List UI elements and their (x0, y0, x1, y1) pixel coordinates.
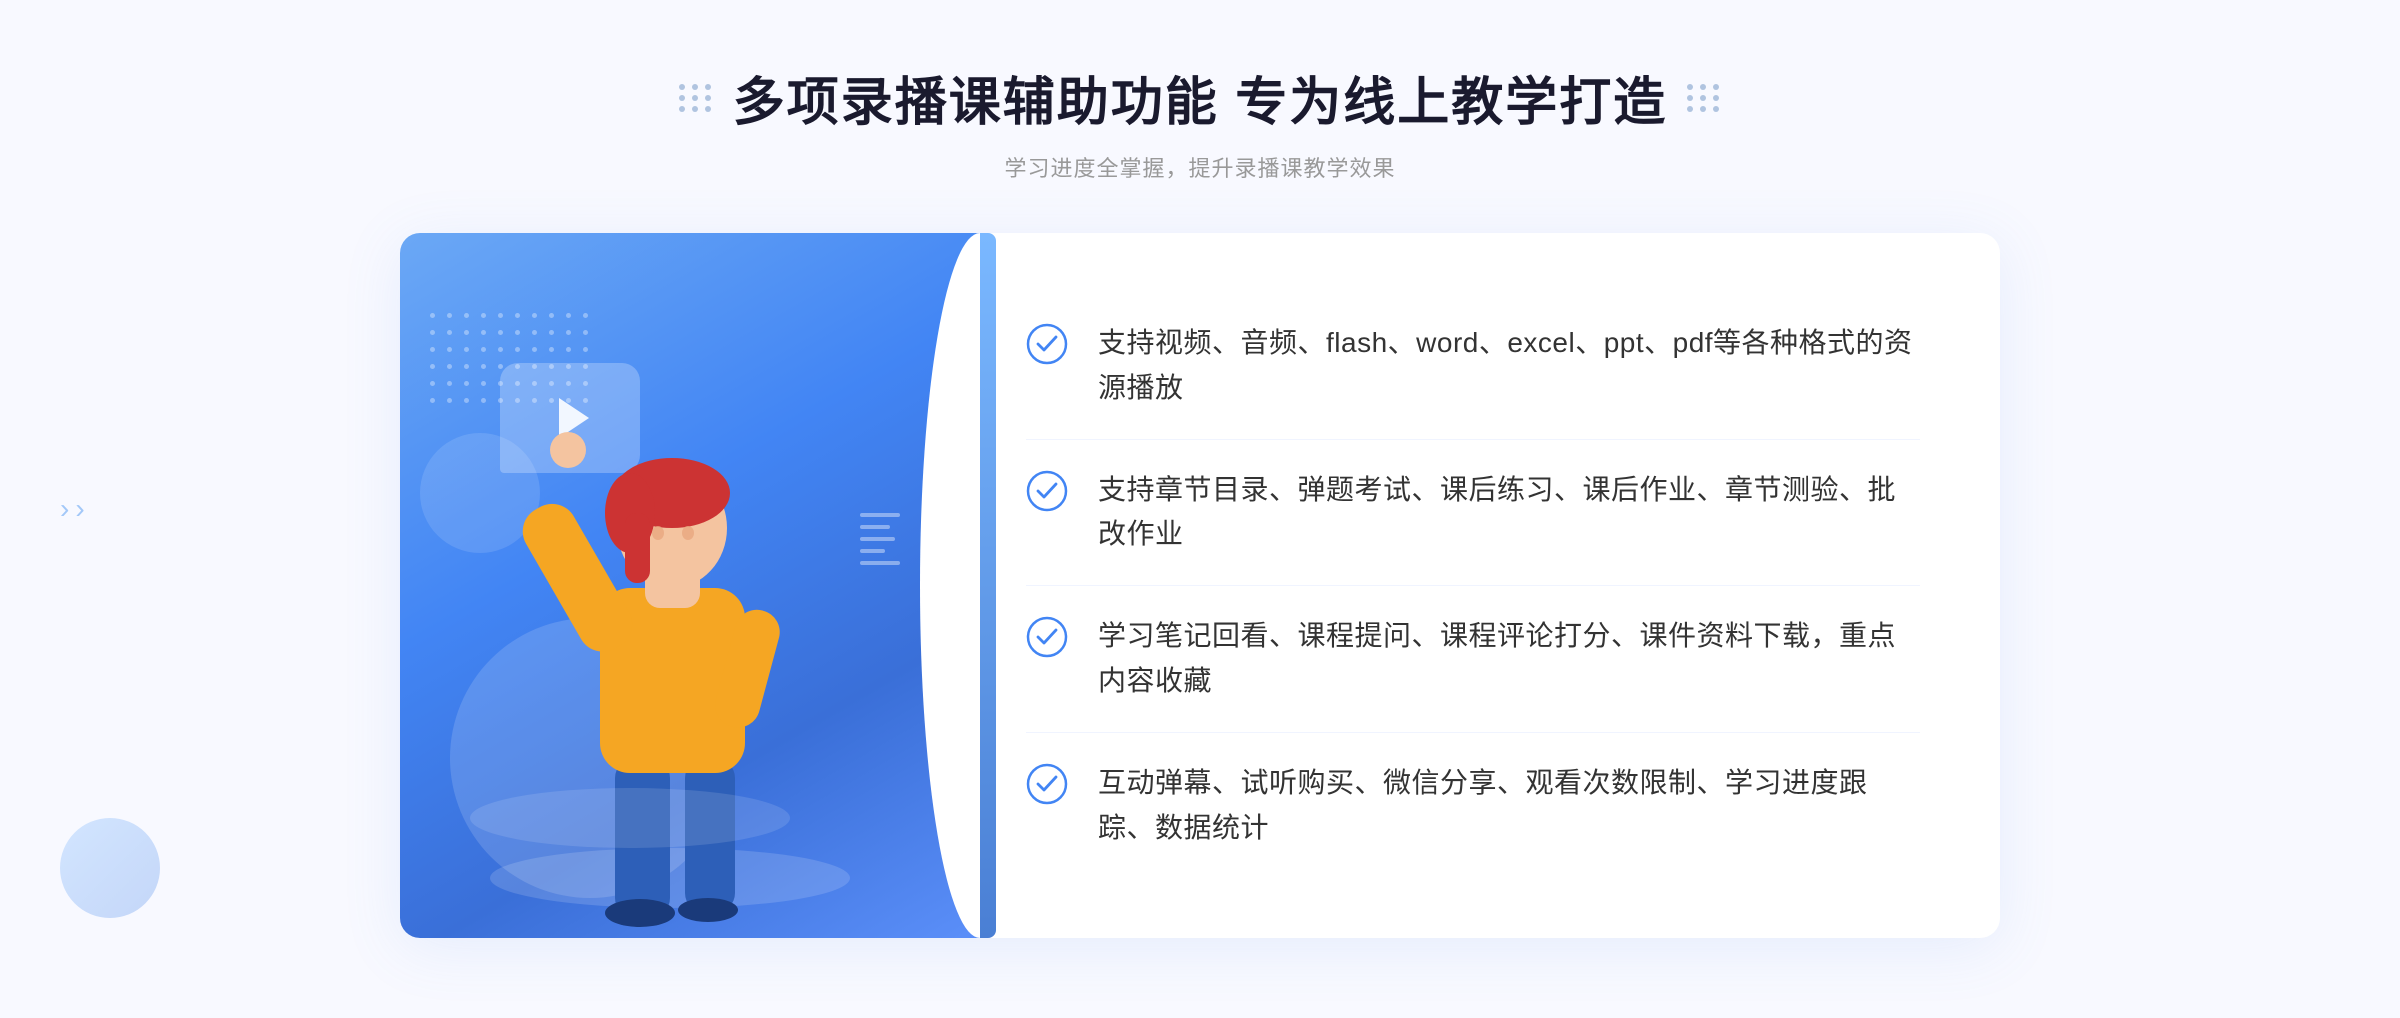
main-title: 多项录播课辅助功能 专为线上教学打造 (733, 60, 1667, 135)
chevron-right-icon: › (60, 493, 69, 525)
header-section: 多项录播课辅助功能 专为线上教学打造 学习进度全掌握，提升录播课教学效果 (679, 60, 1721, 183)
header-right-dots-icon (1687, 84, 1721, 112)
feature-text-1: 支持视频、音频、flash、word、excel、ppt、pdf等各种格式的资源… (1098, 321, 1920, 411)
feature-item-2: 支持章节目录、弹题考试、课后练习、课后作业、章节测验、批改作业 (1026, 440, 1920, 587)
features-panel: 支持视频、音频、flash、word、excel、ppt、pdf等各种格式的资源… (996, 233, 2000, 938)
left-chevron-decoration: › › (60, 493, 85, 525)
check-circle-icon-4 (1026, 763, 1068, 805)
header-left-dots-icon (679, 84, 713, 112)
subtitle: 学习进度全掌握，提升录播课教学效果 (1004, 151, 1395, 183)
page-container: › › 多项录播课辅助功能 专为线上教学打造 学习进度全掌握，提升录播课教学效果 (0, 0, 2400, 1018)
feature-text-3: 学习笔记回看、课程提问、课程评论打分、课件资料下载，重点内容收藏 (1098, 614, 1920, 704)
chevron-right-icon-2: › (75, 493, 84, 525)
illustration-svg (430, 338, 910, 938)
feature-item-4: 互动弹幕、试听购买、微信分享、观看次数限制、学习进度跟踪、数据统计 (1026, 733, 1920, 879)
content-area: 支持视频、音频、flash、word、excel、ppt、pdf等各种格式的资源… (400, 233, 2000, 938)
check-circle-icon-1 (1026, 323, 1068, 365)
feature-text-4: 互动弹幕、试听购买、微信分享、观看次数限制、学习进度跟踪、数据统计 (1098, 761, 1920, 851)
check-circle-icon-3 (1026, 616, 1068, 658)
feature-item-1: 支持视频、音频、flash、word、excel、ppt、pdf等各种格式的资源… (1026, 293, 1920, 440)
feature-text-2: 支持章节目录、弹题考试、课后练习、课后作业、章节测验、批改作业 (1098, 468, 1920, 558)
blue-sidebar-accent (980, 233, 996, 938)
deco-circle-bottom-left (60, 818, 160, 918)
feature-item-3: 学习笔记回看、课程提问、课程评论打分、课件资料下载，重点内容收藏 (1026, 586, 1920, 733)
header-title-row: 多项录播课辅助功能 专为线上教学打造 (679, 60, 1721, 135)
check-circle-icon-2 (1026, 470, 1068, 512)
illustration-panel (400, 233, 980, 938)
